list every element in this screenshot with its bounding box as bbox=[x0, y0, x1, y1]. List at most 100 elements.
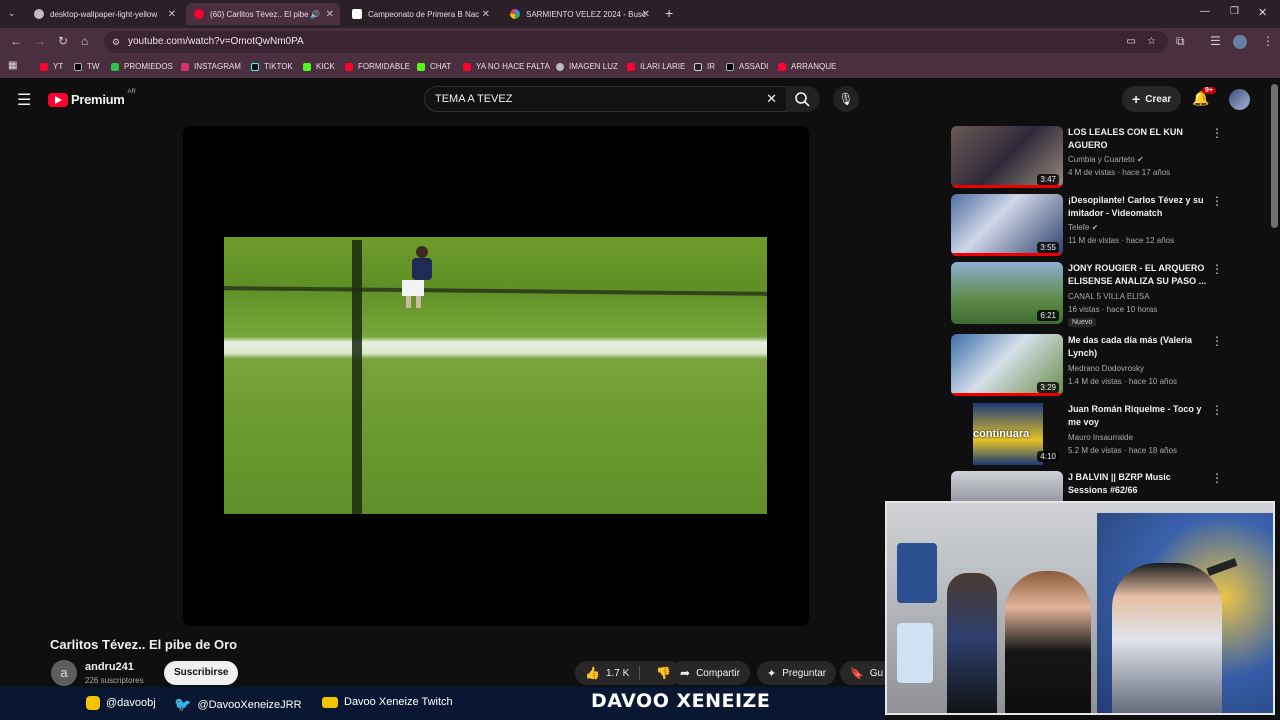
bookmark-arranque[interactable]: ARRANQUE bbox=[778, 62, 836, 71]
thumbnail-caption: continuara bbox=[973, 428, 1030, 440]
apps-grid-icon[interactable]: ▦ bbox=[8, 60, 17, 71]
ask-button[interactable]: ✦ Preguntar bbox=[757, 661, 837, 685]
account-avatar[interactable] bbox=[1229, 89, 1250, 110]
channel-avatar[interactable]: a bbox=[51, 660, 77, 686]
notifications-button[interactable]: 🔔 9+ bbox=[1192, 87, 1216, 107]
tab-youtube-video[interactable]: (60) Carlitos Tévez.. El pibe 🔊 ✕ bbox=[186, 3, 340, 25]
notification-badge: 9+ bbox=[1202, 87, 1216, 94]
home-icon[interactable]: ⌂ bbox=[81, 34, 88, 48]
tab-campeonato[interactable]: Campeonato de Primera B Nac ✕ bbox=[344, 3, 496, 25]
back-icon[interactable]: ← bbox=[10, 34, 22, 48]
channel-name[interactable]: andru241 bbox=[85, 661, 134, 673]
video-thumbnail[interactable]: 3:29 bbox=[951, 334, 1063, 396]
install-app-icon[interactable]: ▭ bbox=[1127, 31, 1136, 53]
more-options-icon[interactable]: ⋮ bbox=[1211, 126, 1223, 140]
more-options-icon[interactable]: ⋮ bbox=[1211, 471, 1223, 485]
recommendation-title[interactable]: LOS LEALES CON EL KUN AGUERO bbox=[1068, 126, 1208, 152]
recommendation-title[interactable]: Juan Román Riquelme - Toco y me voy bbox=[1068, 403, 1208, 429]
recommendation-title[interactable]: J BALVIN || BZRP Music Sessions #62/66 bbox=[1068, 471, 1208, 497]
bookmark-icon: 🔖 bbox=[850, 667, 864, 680]
clear-search-icon[interactable]: ✕ bbox=[766, 87, 777, 111]
close-icon[interactable]: ✕ bbox=[482, 9, 490, 20]
search-button[interactable] bbox=[786, 86, 820, 112]
bookmark-tiktok[interactable]: TIKTOK bbox=[251, 62, 293, 71]
recommendation-channel[interactable]: Cumbia y Cuarteto ✔ bbox=[1068, 155, 1144, 164]
page-scrollbar-thumb[interactable] bbox=[1271, 84, 1278, 228]
voice-search-button[interactable]: 🎙 bbox=[833, 86, 859, 112]
recommendation-meta: 4 M de vistas · hace 17 años bbox=[1068, 168, 1171, 177]
bookmark-ir[interactable]: IR bbox=[694, 62, 715, 71]
close-icon[interactable]: ✕ bbox=[168, 9, 176, 20]
close-icon[interactable]: ✕ bbox=[642, 9, 650, 20]
bookmark-star-icon[interactable]: ☆ bbox=[1147, 31, 1156, 53]
bookmark-label: FORMIDABLE bbox=[358, 62, 411, 71]
bookmark-promiedos[interactable]: PROMIEDOS bbox=[111, 62, 173, 71]
bookmark-yt[interactable]: YT bbox=[40, 62, 63, 71]
bookmark-imagen-luz[interactable]: IMAGEN LUZ bbox=[556, 62, 618, 71]
site-info-icon[interactable]: ⚙ bbox=[112, 31, 120, 53]
recommendation-item[interactable]: continuara 4:10 Juan Román Riquelme - To… bbox=[951, 403, 1223, 467]
url-field[interactable]: ⚙ youtube.com/watch?v=OmotQwNm0PA ▭ ☆ bbox=[104, 31, 1168, 53]
extensions-icon[interactable]: ⧉ bbox=[1176, 34, 1185, 49]
recommendation-item[interactable]: 3:55 ¡Desopilante! Carlos Tévez y su imi… bbox=[951, 194, 1223, 258]
framed-jersey bbox=[897, 543, 937, 603]
recommendation-title[interactable]: ¡Desopilante! Carlos Tévez y su imitador… bbox=[1068, 194, 1208, 220]
video-thumbnail[interactable]: 6:21 bbox=[951, 262, 1063, 324]
search-input[interactable]: TEMA A TEVEZ ✕ bbox=[424, 86, 788, 112]
window-close-icon[interactable]: ✕ bbox=[1258, 6, 1267, 19]
profile-avatar[interactable] bbox=[1233, 35, 1247, 49]
hamburger-menu-icon[interactable]: ☰ bbox=[17, 90, 31, 110]
bookmark-chat[interactable]: CHAT bbox=[417, 62, 451, 71]
recommendation-channel[interactable]: Telefe ✔ bbox=[1068, 223, 1098, 232]
tab-list-chevron-icon[interactable]: ⌄ bbox=[8, 8, 16, 19]
like-button[interactable]: 👍 1.7 K bbox=[585, 666, 641, 680]
youtube-icon bbox=[463, 62, 471, 71]
minimize-icon[interactable]: — bbox=[1200, 6, 1210, 17]
recommendation-channel[interactable]: Mauro Insaurralde bbox=[1068, 433, 1133, 442]
recommendation-title[interactable]: JONY ROUGIER - EL ARQUERO ELISENSE ANALI… bbox=[1068, 262, 1208, 288]
more-options-icon[interactable]: ⋮ bbox=[1211, 262, 1223, 276]
recommendation-item[interactable]: J BALVIN || BZRP Music Sessions #62/66 ⋮ bbox=[951, 471, 1223, 533]
bookmark-tw[interactable]: TW bbox=[74, 62, 99, 71]
save-button[interactable]: 🔖 Gu bbox=[840, 661, 885, 685]
video-thumbnail[interactable]: 3:55 bbox=[951, 194, 1063, 256]
tab-title: Campeonato de Primera B Nac bbox=[368, 9, 480, 19]
recommendation-item[interactable]: 6:21 JONY ROUGIER - EL ARQUERO ELISENSE … bbox=[951, 262, 1223, 328]
more-options-icon[interactable]: ⋮ bbox=[1211, 403, 1223, 417]
video-thumbnail[interactable]: 3:47 bbox=[951, 126, 1063, 188]
reload-icon[interactable]: ↻ bbox=[58, 34, 68, 48]
duration-badge: 4:10 bbox=[1037, 451, 1059, 462]
bookmark-assadi[interactable]: ASSADI bbox=[726, 62, 768, 71]
more-options-icon[interactable]: ⋮ bbox=[1211, 334, 1223, 348]
bookmark-instagram[interactable]: INSTAGRAM bbox=[181, 62, 241, 71]
video-thumbnail[interactable]: continuara 4:10 bbox=[951, 403, 1063, 465]
youtube-logo[interactable]: Premium AR bbox=[48, 89, 136, 107]
recommendation-item[interactable]: 3:47 LOS LEALES CON EL KUN AGUERO Cumbia… bbox=[951, 126, 1223, 190]
bookmark-formidable[interactable]: FORMIDABLE bbox=[345, 62, 410, 71]
create-button[interactable]: + Crear bbox=[1122, 86, 1182, 112]
recommendation-channel[interactable]: CANAL 5 VILLA ELISA bbox=[1068, 292, 1150, 301]
bookmark-ilari-larie[interactable]: ILARI LARIE bbox=[627, 62, 685, 71]
close-icon[interactable]: ✕ bbox=[326, 9, 334, 20]
recommendation-item[interactable]: 3:29 Me das cada día más (Valeria Lynch)… bbox=[951, 334, 1223, 398]
more-options-icon[interactable]: ⋮ bbox=[1211, 194, 1223, 208]
instagram-handle: @davoobj bbox=[86, 696, 156, 710]
speaker-icon[interactable]: 🔊 bbox=[310, 10, 320, 19]
tab-google-search[interactable]: SARMIENTO VELEZ 2024 - Busc ✕ bbox=[502, 3, 656, 25]
restore-icon[interactable]: ❐ bbox=[1230, 6, 1239, 17]
new-tab-icon[interactable]: + bbox=[665, 5, 673, 21]
browser-menu-icon[interactable]: ⋮ bbox=[1262, 34, 1274, 48]
reading-list-icon[interactable]: ☰ bbox=[1210, 34, 1221, 48]
bookmark-kick[interactable]: KICK bbox=[303, 62, 335, 71]
youtube-icon bbox=[778, 62, 786, 71]
browser-tab-strip: ⌄ desktop-wallpaper-light-yellow ✕ (60) … bbox=[0, 0, 1280, 28]
bookmark-label: TW bbox=[87, 62, 100, 71]
forward-icon[interactable]: → bbox=[34, 34, 46, 48]
share-button[interactable]: ➦ Compartir bbox=[670, 661, 750, 685]
recommendation-title[interactable]: Me das cada día más (Valeria Lynch) bbox=[1068, 334, 1208, 360]
recommendation-channel[interactable]: Medrano Dodovrosky bbox=[1068, 364, 1144, 373]
duration-badge: 3:47 bbox=[1037, 174, 1059, 185]
bookmark-ya-no-hace-falta[interactable]: YA NO HACE FALTA bbox=[463, 62, 550, 71]
tab-wallpaper[interactable]: desktop-wallpaper-light-yellow ✕ bbox=[26, 3, 182, 25]
subscribe-button[interactable]: Suscribirse bbox=[164, 661, 239, 685]
